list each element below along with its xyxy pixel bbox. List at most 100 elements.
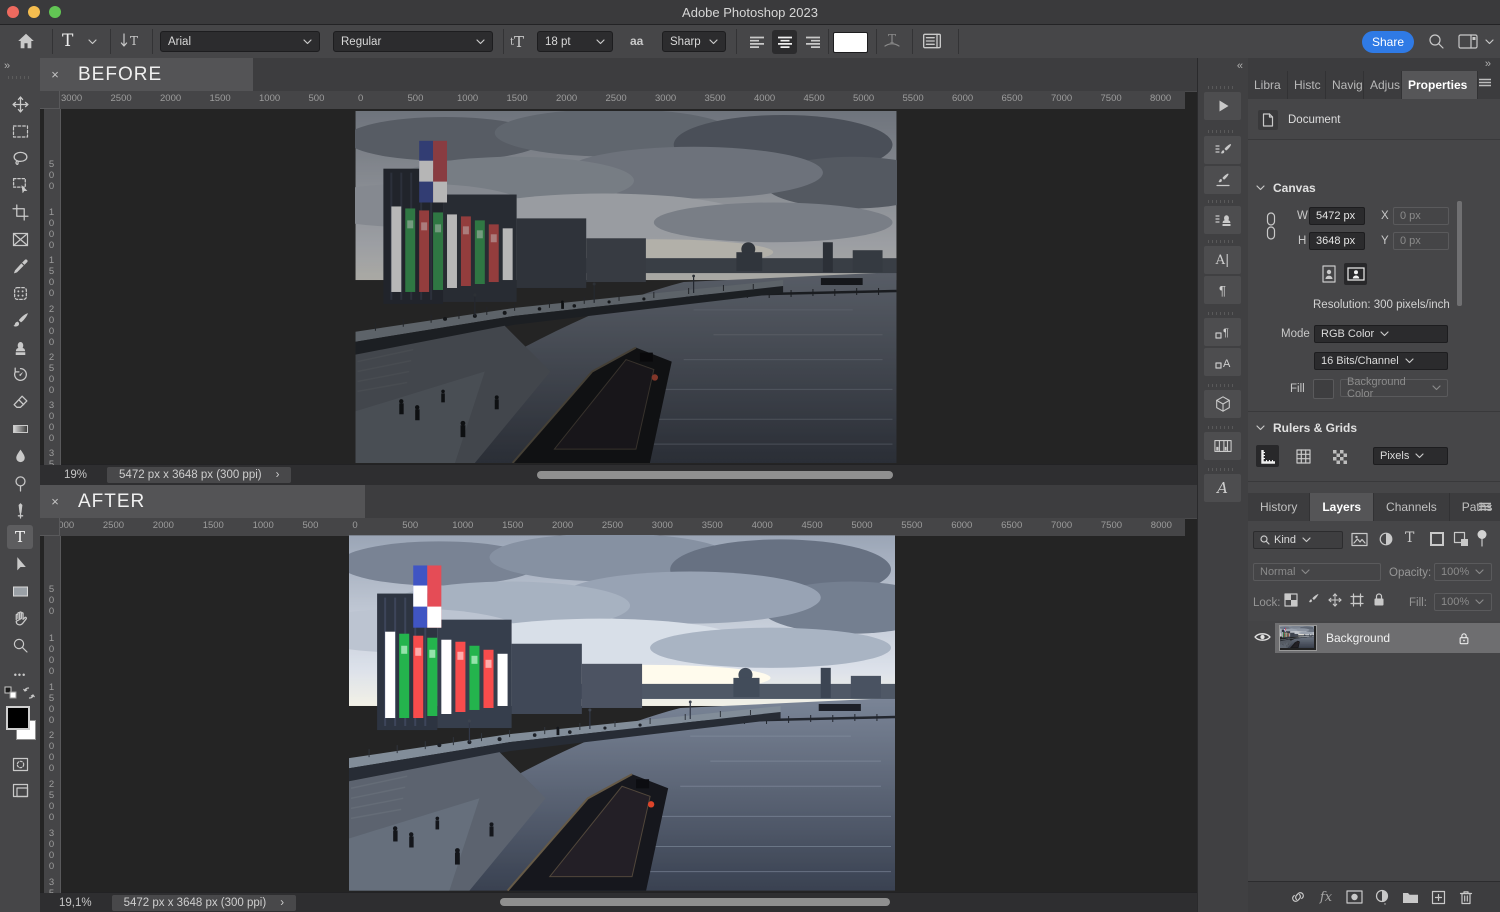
fill-opacity-select[interactable]: 100% [1434, 593, 1492, 611]
y-field[interactable]: 0 px [1393, 232, 1449, 250]
blur-tool[interactable] [7, 444, 33, 468]
dock-collapse-icon[interactable]: « [1237, 60, 1242, 72]
rulers-grids-section-header[interactable]: Rulers & Grids [1256, 421, 1357, 435]
shape-tool[interactable] [7, 579, 33, 603]
document-tab-before[interactable]: × BEFORE [40, 58, 253, 91]
layer-effects-button[interactable]: fx [1317, 889, 1335, 905]
foreground-color-swatch[interactable] [6, 706, 30, 730]
new-layer-button[interactable] [1429, 889, 1447, 905]
tab-properties[interactable]: Properties [1402, 71, 1478, 99]
filter-kind-select[interactable]: Kind [1253, 531, 1343, 549]
timeline-panel-icon[interactable] [1204, 432, 1241, 460]
anti-aliasing-select[interactable]: Sharp [662, 31, 726, 52]
actions-panel-icon[interactable] [1204, 92, 1241, 120]
character-styles-panel-icon[interactable]: A [1204, 348, 1241, 376]
toggle-grid-button[interactable] [1292, 445, 1315, 467]
lasso-tool[interactable] [7, 146, 33, 170]
default-colors-icon[interactable] [4, 686, 18, 700]
glyphs-panel-icon[interactable]: A [1204, 474, 1241, 502]
photo-before[interactable] [355, 111, 897, 463]
lock-position-icon[interactable] [1328, 593, 1342, 607]
zoom-level[interactable]: 19% [64, 469, 87, 481]
share-button[interactable]: Share [1362, 31, 1414, 53]
filter-pixel-layers-icon[interactable] [1351, 532, 1368, 547]
minimize-window-button[interactable] [28, 6, 40, 18]
marquee-tool[interactable] [7, 119, 33, 143]
paragraph-styles-panel-icon[interactable]: ¶ [1204, 318, 1241, 346]
hand-tool[interactable] [7, 606, 33, 630]
brush-tool[interactable] [7, 308, 33, 332]
screen-mode-button[interactable] [7, 778, 33, 802]
clone-source-panel-icon[interactable] [1204, 206, 1241, 234]
tab-channels[interactable]: Channels [1374, 493, 1450, 521]
filter-smart-objects-icon[interactable] [1453, 531, 1469, 547]
layer-visibility-eye-icon[interactable] [1254, 631, 1271, 643]
zoom-tool[interactable] [7, 633, 33, 657]
move-tool[interactable] [7, 92, 33, 116]
workspace-icon[interactable] [1458, 34, 1478, 49]
new-group-button[interactable] [1401, 889, 1419, 905]
toggle-rulers-button[interactable] [1256, 445, 1279, 467]
document-tab-after[interactable]: × AFTER [40, 485, 365, 518]
zoom-window-button[interactable] [49, 6, 61, 18]
align-left-button[interactable] [744, 30, 769, 54]
close-tab-icon[interactable]: × [40, 494, 70, 509]
landscape-orientation-button[interactable] [1344, 263, 1367, 285]
filter-adjustment-layers-icon[interactable] [1378, 531, 1394, 547]
portrait-orientation-button[interactable] [1317, 263, 1340, 285]
brush-settings-panel-icon[interactable] [1204, 136, 1241, 164]
workspace-chevron-icon[interactable] [1485, 39, 1494, 45]
tab-libraries[interactable]: Libra [1248, 71, 1288, 99]
swap-colors-icon[interactable] [22, 686, 36, 700]
edit-toolbar-icon[interactable]: ••• [7, 663, 33, 687]
tab-adjustments[interactable]: Adjus [1364, 71, 1402, 99]
layer-thumbnail[interactable] [1279, 625, 1317, 651]
patch-tool[interactable] [7, 281, 33, 305]
text-orientation-button[interactable]: T [120, 32, 142, 50]
eyedropper-tool[interactable] [7, 254, 33, 278]
type-tool[interactable]: T [7, 525, 33, 549]
document-dimensions[interactable]: 5472 px x 3648 px (300 ppi) › [107, 467, 291, 483]
pen-tool[interactable] [7, 498, 33, 522]
blend-mode-select[interactable]: Normal [1253, 563, 1381, 581]
frame-tool[interactable] [7, 227, 33, 251]
document-dimensions[interactable]: 5472 px x 3648 px (300 ppi) › [112, 895, 296, 911]
object-selection-tool[interactable] [7, 173, 33, 197]
lock-artboard-icon[interactable] [1350, 593, 1364, 607]
warp-text-button[interactable]: T [882, 32, 902, 50]
add-adjustment-layer-button[interactable] [1373, 889, 1391, 905]
panel-menu-icon[interactable] [1478, 78, 1492, 87]
add-layer-mask-button[interactable] [1345, 889, 1363, 905]
layer-row-background[interactable]: Background [1275, 623, 1500, 653]
toggle-transparency-button[interactable] [1328, 445, 1351, 467]
tab-layers[interactable]: Layers [1310, 493, 1374, 521]
x-field[interactable]: 0 px [1393, 207, 1449, 225]
lock-transparency-icon[interactable] [1284, 593, 1298, 607]
properties-scrollbar[interactable] [1457, 201, 1462, 306]
quick-mask-button[interactable] [7, 752, 33, 776]
toggle-panels-button[interactable] [922, 32, 942, 50]
type-tool-chevron-icon[interactable] [88, 39, 97, 45]
clone-stamp-tool[interactable] [7, 335, 33, 359]
height-field[interactable]: 3648 px [1309, 232, 1365, 250]
tab-paths[interactable]: Paths [1450, 493, 1500, 521]
paragraph-panel-icon[interactable]: ¶ [1204, 276, 1241, 304]
gradient-tool[interactable] [7, 417, 33, 441]
layers-panel-menu-icon[interactable] [1478, 502, 1492, 511]
ruler-units-select[interactable]: Pixels [1373, 447, 1448, 465]
font-family-select[interactable]: Arial [160, 31, 320, 52]
align-right-button[interactable] [800, 30, 825, 54]
dodge-tool[interactable] [7, 471, 33, 495]
home-button[interactable] [16, 32, 36, 50]
close-window-button[interactable] [7, 6, 19, 18]
materials-panel-icon[interactable] [1204, 390, 1241, 418]
eraser-tool[interactable] [7, 390, 33, 414]
width-field[interactable]: 5472 px [1309, 207, 1365, 225]
layer-name[interactable]: Background [1326, 631, 1390, 645]
font-style-select[interactable]: Regular [333, 31, 493, 52]
opacity-select[interactable]: 100% [1434, 563, 1492, 581]
search-icon[interactable] [1428, 33, 1445, 50]
font-size-select[interactable]: 18 pt [537, 31, 613, 52]
type-color-swatch[interactable] [833, 32, 868, 53]
filter-shape-layers-icon[interactable] [1429, 531, 1445, 547]
